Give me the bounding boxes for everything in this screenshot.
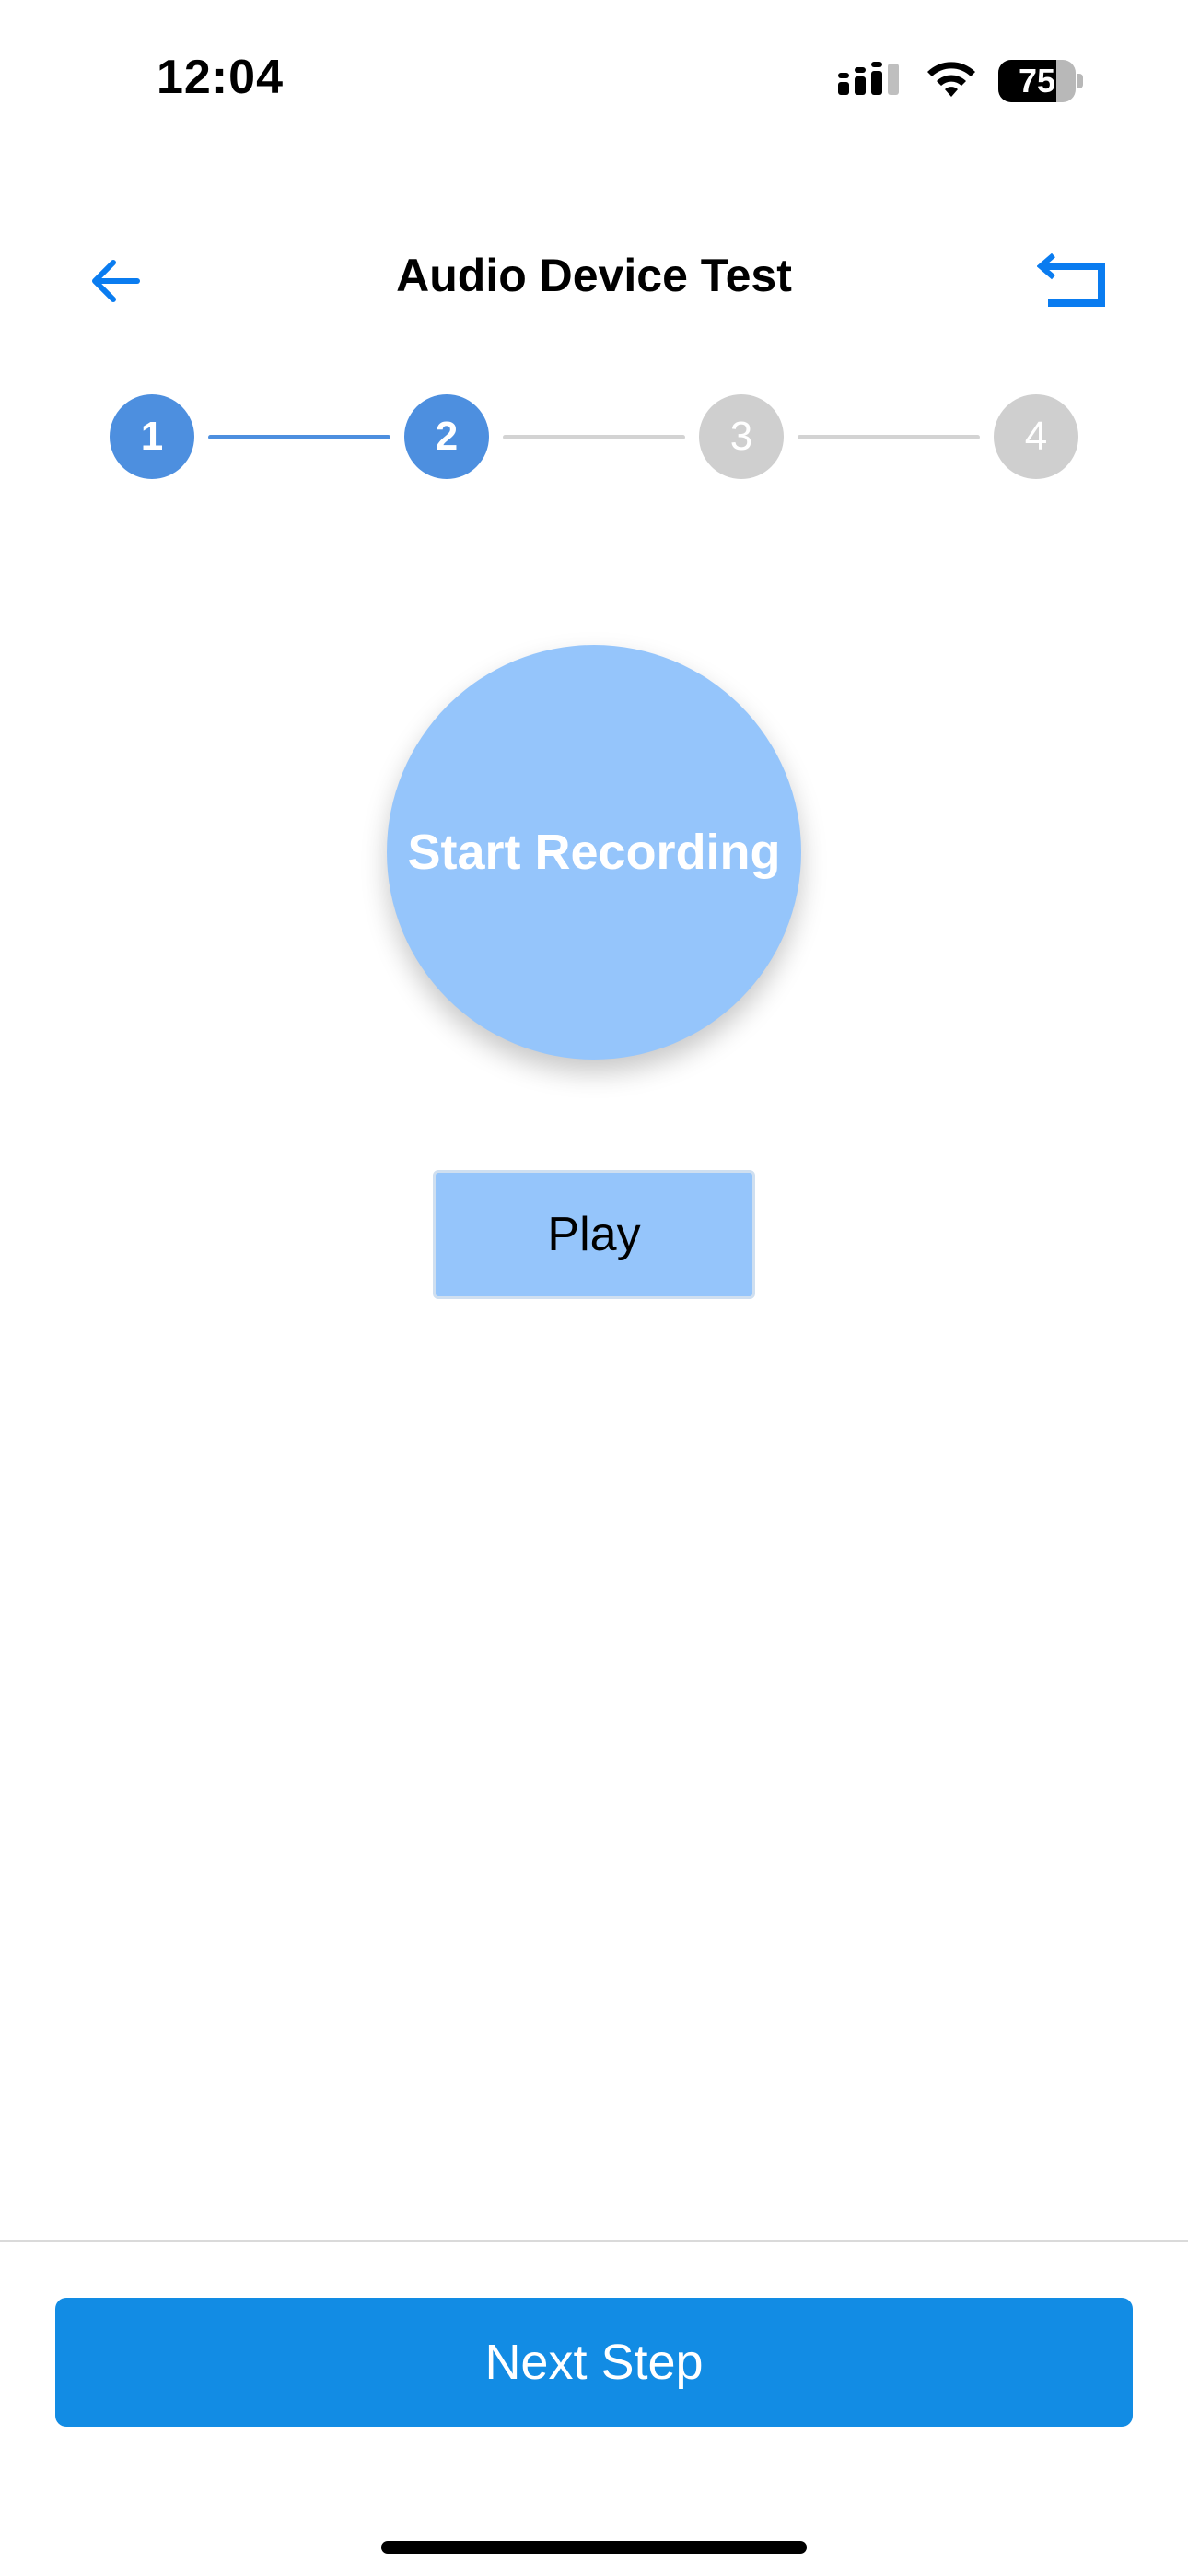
return-arrow-icon: [1037, 253, 1105, 307]
start-recording-button[interactable]: Start Recording: [387, 645, 801, 1060]
status-icons: 75: [836, 55, 1083, 107]
battery-icon: 75: [998, 60, 1083, 102]
play-button[interactable]: Play: [433, 1170, 755, 1299]
screen: 12:04 75 Audio Device Test 1 2 3 4 Start…: [0, 0, 1188, 2576]
restart-button[interactable]: [1033, 249, 1111, 313]
step-3: 3: [699, 394, 784, 479]
cellular-signal-icon: [838, 62, 899, 95]
step-4: 4: [994, 394, 1078, 479]
step-1: 1: [110, 394, 194, 479]
footer-divider: [0, 2240, 1188, 2242]
step-connector-2: [503, 435, 685, 439]
progress-stepper: 1 2 3 4: [0, 394, 1188, 479]
next-step-button[interactable]: Next Step: [55, 2298, 1133, 2427]
step-connector-3: [798, 435, 980, 439]
step-connector-1: [208, 435, 390, 439]
battery-percentage: 75: [1018, 62, 1056, 100]
home-indicator[interactable]: [381, 2541, 807, 2554]
page-title: Audio Device Test: [396, 250, 792, 301]
wifi-icon: [927, 62, 975, 97]
status-time: 12:04: [157, 51, 284, 104]
step-2: 2: [404, 394, 489, 479]
